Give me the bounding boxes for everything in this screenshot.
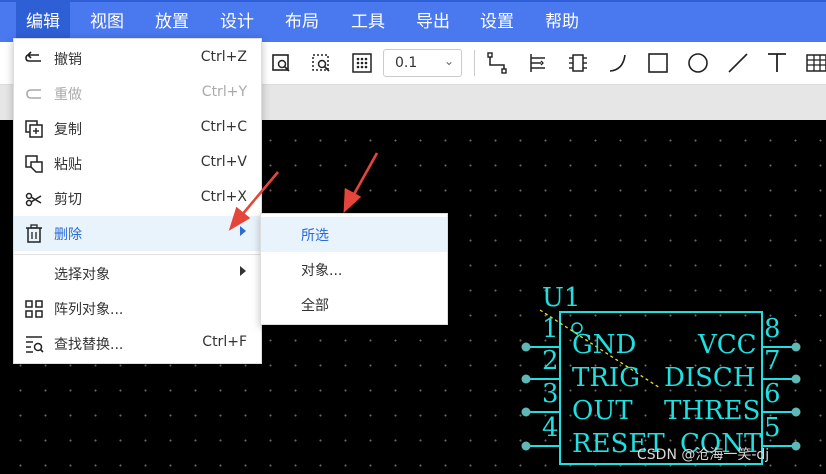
- annotation-arrow: [240, 171, 279, 217]
- watermark: CSDN @沧海一笑-dj: [637, 447, 770, 463]
- annotation-arrow: [351, 152, 379, 197]
- annotation-arrows: [228, 152, 379, 231]
- annotation-arrowhead: [343, 187, 362, 214]
